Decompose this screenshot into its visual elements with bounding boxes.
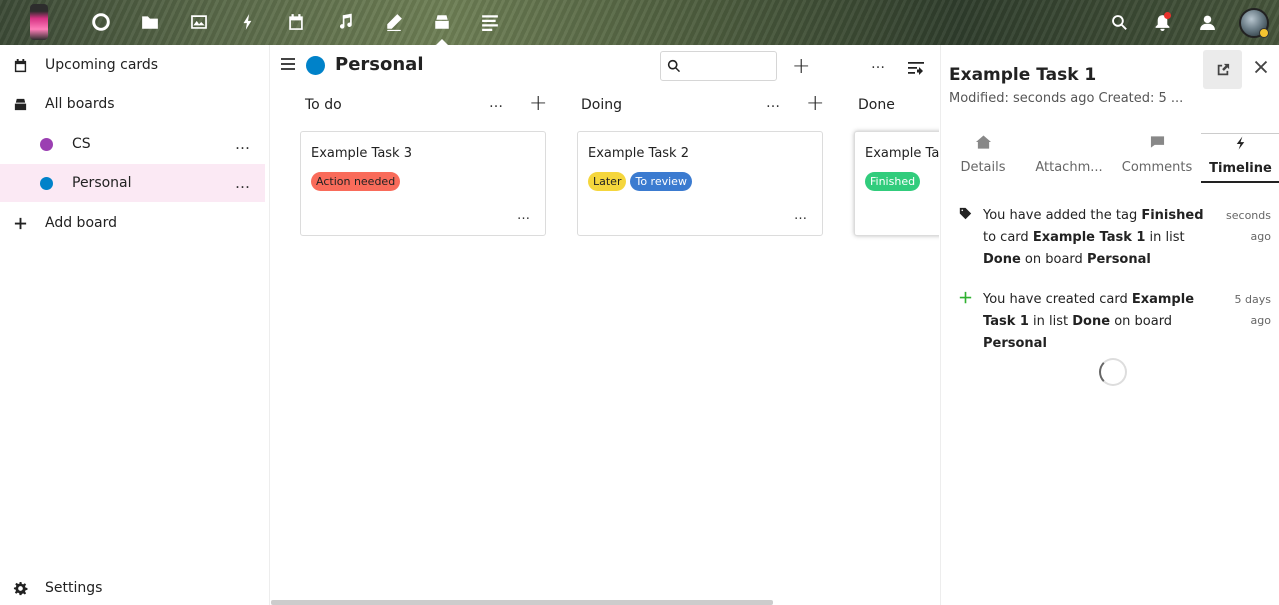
- tag-badge: Later: [588, 172, 627, 191]
- card-tags: Action needed: [311, 172, 401, 191]
- board-more-icon[interactable]: …: [871, 56, 886, 72]
- nav-label: Settings: [45, 580, 103, 596]
- card-title: Example Task 3: [311, 146, 412, 161]
- card[interactable]: Example Task 2 Later To review …: [577, 131, 823, 236]
- calendar-icon: [12, 57, 28, 73]
- menu-icon[interactable]: [281, 58, 295, 70]
- tag-badge: Finished: [865, 172, 921, 191]
- tag-icon: [959, 205, 973, 220]
- nav-board-cs[interactable]: CS …: [0, 125, 265, 163]
- notifications-icon[interactable]: [1151, 11, 1173, 33]
- notes-icon[interactable]: [383, 11, 405, 33]
- stack-title: To do: [305, 97, 342, 113]
- search-icon[interactable]: [1108, 11, 1130, 33]
- tab-label: Comments: [1121, 160, 1193, 175]
- stack-title: Done: [858, 97, 895, 113]
- nav-settings[interactable]: Settings: [0, 569, 265, 605]
- contacts-icon[interactable]: [1196, 11, 1218, 33]
- open-external-button[interactable]: [1203, 50, 1242, 89]
- board-color-dot: [40, 137, 53, 151]
- search-field[interactable]: [660, 51, 777, 81]
- external-link-icon: [1217, 63, 1229, 75]
- board-color-dot: [40, 176, 53, 190]
- nav-label: Upcoming cards: [45, 57, 159, 73]
- card[interactable]: Example Task 1 Finished: [854, 131, 939, 236]
- card-more-icon[interactable]: …: [517, 208, 531, 223]
- card-more-icon[interactable]: …: [794, 208, 808, 223]
- close-button[interactable]: [1254, 59, 1270, 75]
- home-icon: [975, 135, 991, 149]
- stack-more-icon[interactable]: …: [766, 95, 781, 111]
- tab-timeline[interactable]: Timeline: [1201, 133, 1279, 183]
- activity-timestamp: seconds ago: [1226, 209, 1271, 243]
- add-card-button[interactable]: +: [806, 93, 824, 115]
- card-title: Example Task 1: [865, 146, 939, 161]
- tab-details[interactable]: Details: [941, 133, 1025, 183]
- card-details-title: Example Task 1: [949, 65, 1097, 85]
- activity-text: You have added the tag Finished to card …: [983, 208, 1204, 267]
- board-actions-icon[interactable]: …: [235, 174, 251, 192]
- app-navigation: Upcoming cards All boards CS … Personal …: [0, 45, 270, 605]
- nav-label: All boards: [45, 96, 115, 112]
- nav-board-personal[interactable]: Personal …: [0, 164, 265, 202]
- tab-label: Attachm...: [1035, 160, 1103, 175]
- comment-icon: [1149, 135, 1165, 149]
- activity-icon[interactable]: [237, 11, 259, 33]
- stack-more-icon[interactable]: …: [489, 95, 504, 111]
- avatar[interactable]: [1239, 8, 1269, 38]
- status-indicator: [1259, 28, 1269, 38]
- gear-icon: [12, 580, 28, 596]
- dashboard-icon[interactable]: [90, 11, 112, 33]
- tab-comments[interactable]: Comments: [1115, 133, 1199, 183]
- horizontal-scrollbar[interactable]: [271, 600, 773, 605]
- board-actions-icon[interactable]: …: [235, 135, 251, 153]
- board-header: Personal + …: [271, 45, 939, 87]
- app-header: [0, 0, 1279, 45]
- board-view: Personal + … To do … + Example Task 3 Ac…: [271, 45, 939, 605]
- tag-badge: To review: [630, 172, 692, 191]
- attachment-icon: [1061, 135, 1077, 149]
- activity-text: You have created card Example Task 1 in …: [983, 292, 1195, 351]
- calendar-icon[interactable]: [285, 11, 307, 33]
- search-icon: [667, 59, 681, 73]
- deck-icon: [12, 96, 28, 112]
- card-details-sidebar: Example Task 1 Modified: seconds ago Cre…: [940, 45, 1279, 605]
- card[interactable]: Example Task 3 Action needed …: [300, 131, 546, 236]
- board-title: Personal: [335, 54, 424, 75]
- notification-badge: [1164, 12, 1171, 19]
- logo[interactable]: [30, 4, 48, 40]
- filter-icon[interactable]: [908, 60, 924, 75]
- card-title: Example Task 2: [588, 146, 689, 161]
- search-input[interactable]: [685, 56, 773, 76]
- close-icon: [1254, 60, 1268, 74]
- tasks-icon[interactable]: [479, 11, 501, 33]
- files-icon[interactable]: [139, 11, 161, 33]
- tab-label: Details: [960, 160, 1006, 175]
- activity-timestamp: 5 days ago: [1234, 293, 1271, 327]
- add-stack-button[interactable]: +: [792, 56, 810, 78]
- nav-all-boards[interactable]: All boards: [0, 85, 265, 123]
- tab-attachments[interactable]: Attachm...: [1027, 133, 1111, 183]
- photos-icon[interactable]: [188, 11, 210, 33]
- music-icon[interactable]: [334, 11, 356, 33]
- nav-label: Add board: [45, 215, 117, 231]
- loading-spinner: [1099, 358, 1127, 386]
- add-card-button[interactable]: +: [529, 93, 547, 115]
- stack-title: Doing: [581, 97, 622, 113]
- board-color-dot: [306, 56, 325, 75]
- nav-label: Personal: [72, 175, 132, 191]
- activity-icon: [1232, 136, 1248, 150]
- tab-label: Timeline: [1209, 161, 1272, 176]
- deck-icon[interactable]: [431, 11, 453, 33]
- card-tags: Finished: [865, 172, 921, 191]
- nav-label: CS: [72, 136, 91, 152]
- add-icon: [959, 289, 973, 304]
- card-tags: Later To review: [588, 172, 692, 191]
- details-tabs: Details Attachm... Comments Timeline: [941, 133, 1279, 183]
- tag-badge: Action needed: [311, 172, 401, 191]
- nav-upcoming-cards[interactable]: Upcoming cards: [0, 46, 265, 84]
- add-board-button[interactable]: Add board: [0, 204, 265, 242]
- add-icon: [12, 215, 28, 231]
- card-details-subtitle: Modified: seconds ago Created: 5 ...: [949, 91, 1184, 106]
